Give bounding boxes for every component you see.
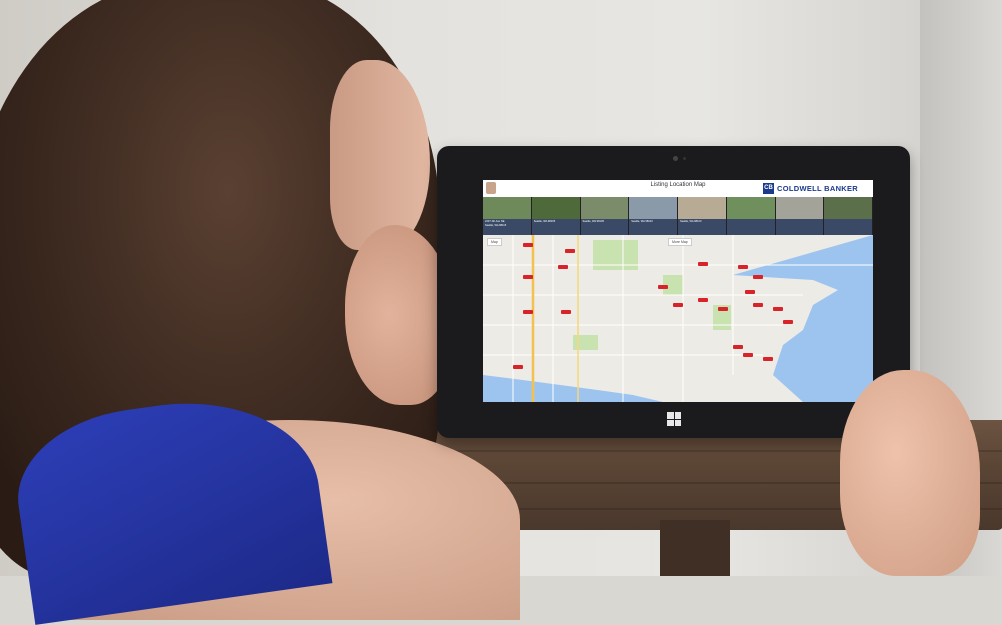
listing-strip: 2237 4th Ave NE Seattle, WA 98115 Seattle,… <box>483 197 873 235</box>
map-pin[interactable] <box>753 303 763 307</box>
map-pin[interactable] <box>523 243 533 247</box>
map-pin[interactable] <box>738 265 748 269</box>
map-pin[interactable] <box>523 310 533 314</box>
map-pin[interactable] <box>743 353 753 357</box>
listing-photo <box>580 197 629 219</box>
map-pin[interactable] <box>523 275 533 279</box>
listing-card[interactable]: 2237 4th Ave NE Seattle, WA 98115 <box>483 197 532 235</box>
map-pin[interactable] <box>733 345 743 349</box>
avatar[interactable] <box>486 182 496 194</box>
listing-city: Seattle, WA 98105 <box>533 220 556 223</box>
windows-logo-icon[interactable] <box>667 412 681 426</box>
listing-info: Seattle, WA 98105 <box>580 219 629 235</box>
map-pin[interactable] <box>753 275 763 279</box>
desk-leg <box>660 520 730 576</box>
map-pin[interactable] <box>565 249 575 253</box>
listing-info <box>726 219 775 235</box>
map-pin[interactable] <box>773 307 783 311</box>
brand: CB COLDWELL BANKER <box>763 182 858 194</box>
listing-city: Seattle, WA 98105 <box>582 220 604 223</box>
map-pin[interactable] <box>698 298 708 302</box>
coldwell-banker-logo-icon: CB <box>763 182 774 194</box>
listing-photo <box>483 197 531 219</box>
right-hand <box>840 370 980 576</box>
page-title: Listing Location Map <box>650 182 706 188</box>
listing-photo <box>629 197 677 219</box>
listing-photo <box>678 197 726 219</box>
listing-card[interactable]: Seattle, WA 98103 <box>629 197 678 235</box>
listing-photo <box>824 197 872 219</box>
listing-photo <box>531 197 580 219</box>
map-pin[interactable] <box>673 303 683 307</box>
listing-info <box>775 219 824 235</box>
map-pin[interactable] <box>698 262 708 266</box>
listing-info: Seattle, WA 98105 <box>531 219 580 235</box>
map-pin[interactable] <box>658 285 668 289</box>
listing-photo <box>775 197 824 219</box>
listing-card[interactable]: Seattle, WA 98105 <box>580 197 630 235</box>
map-type-button[interactable]: Map <box>487 238 502 246</box>
map-pin[interactable] <box>745 290 755 294</box>
listing-card[interactable] <box>824 197 873 235</box>
map-graphic <box>483 235 873 402</box>
listing-city: Seattle, WA 98115 <box>485 223 507 227</box>
listing-card[interactable] <box>726 197 776 235</box>
map-pin[interactable] <box>783 320 793 324</box>
sensor-dot <box>683 157 686 160</box>
listing-info <box>824 219 872 235</box>
listing-card[interactable]: Seattle, WA 98105 <box>531 197 581 235</box>
listing-photo <box>726 197 775 219</box>
map-pin[interactable] <box>561 310 571 314</box>
listing-info: 2237 4th Ave NE Seattle, WA 98115 <box>483 219 531 235</box>
listing-city: Seattle, WA 98103 <box>680 220 702 223</box>
app-header: Listing Location Map CB COLDWELL BANKER <box>483 180 873 198</box>
listing-city: Seattle, WA 98103 <box>631 220 653 223</box>
brand-name: COLDWELL BANKER <box>777 183 859 193</box>
listing-card[interactable]: Seattle, WA 98103 <box>678 197 727 235</box>
map-pin[interactable] <box>763 357 773 361</box>
map-pin[interactable] <box>513 365 523 369</box>
more-map-button[interactable]: More Map <box>668 238 692 246</box>
map-pin[interactable] <box>718 307 728 311</box>
map-view[interactable]: Map More Map <box>483 235 873 402</box>
map-pin[interactable] <box>558 265 568 269</box>
tablet-device: Listing Location Map CB COLDWELL BANKER … <box>437 146 910 438</box>
tablet-screen: Listing Location Map CB COLDWELL BANKER … <box>483 180 873 402</box>
camera-icon <box>673 156 678 161</box>
listing-card[interactable] <box>775 197 825 235</box>
listing-info: Seattle, WA 98103 <box>629 219 677 235</box>
listing-info: Seattle, WA 98103 <box>678 219 726 235</box>
